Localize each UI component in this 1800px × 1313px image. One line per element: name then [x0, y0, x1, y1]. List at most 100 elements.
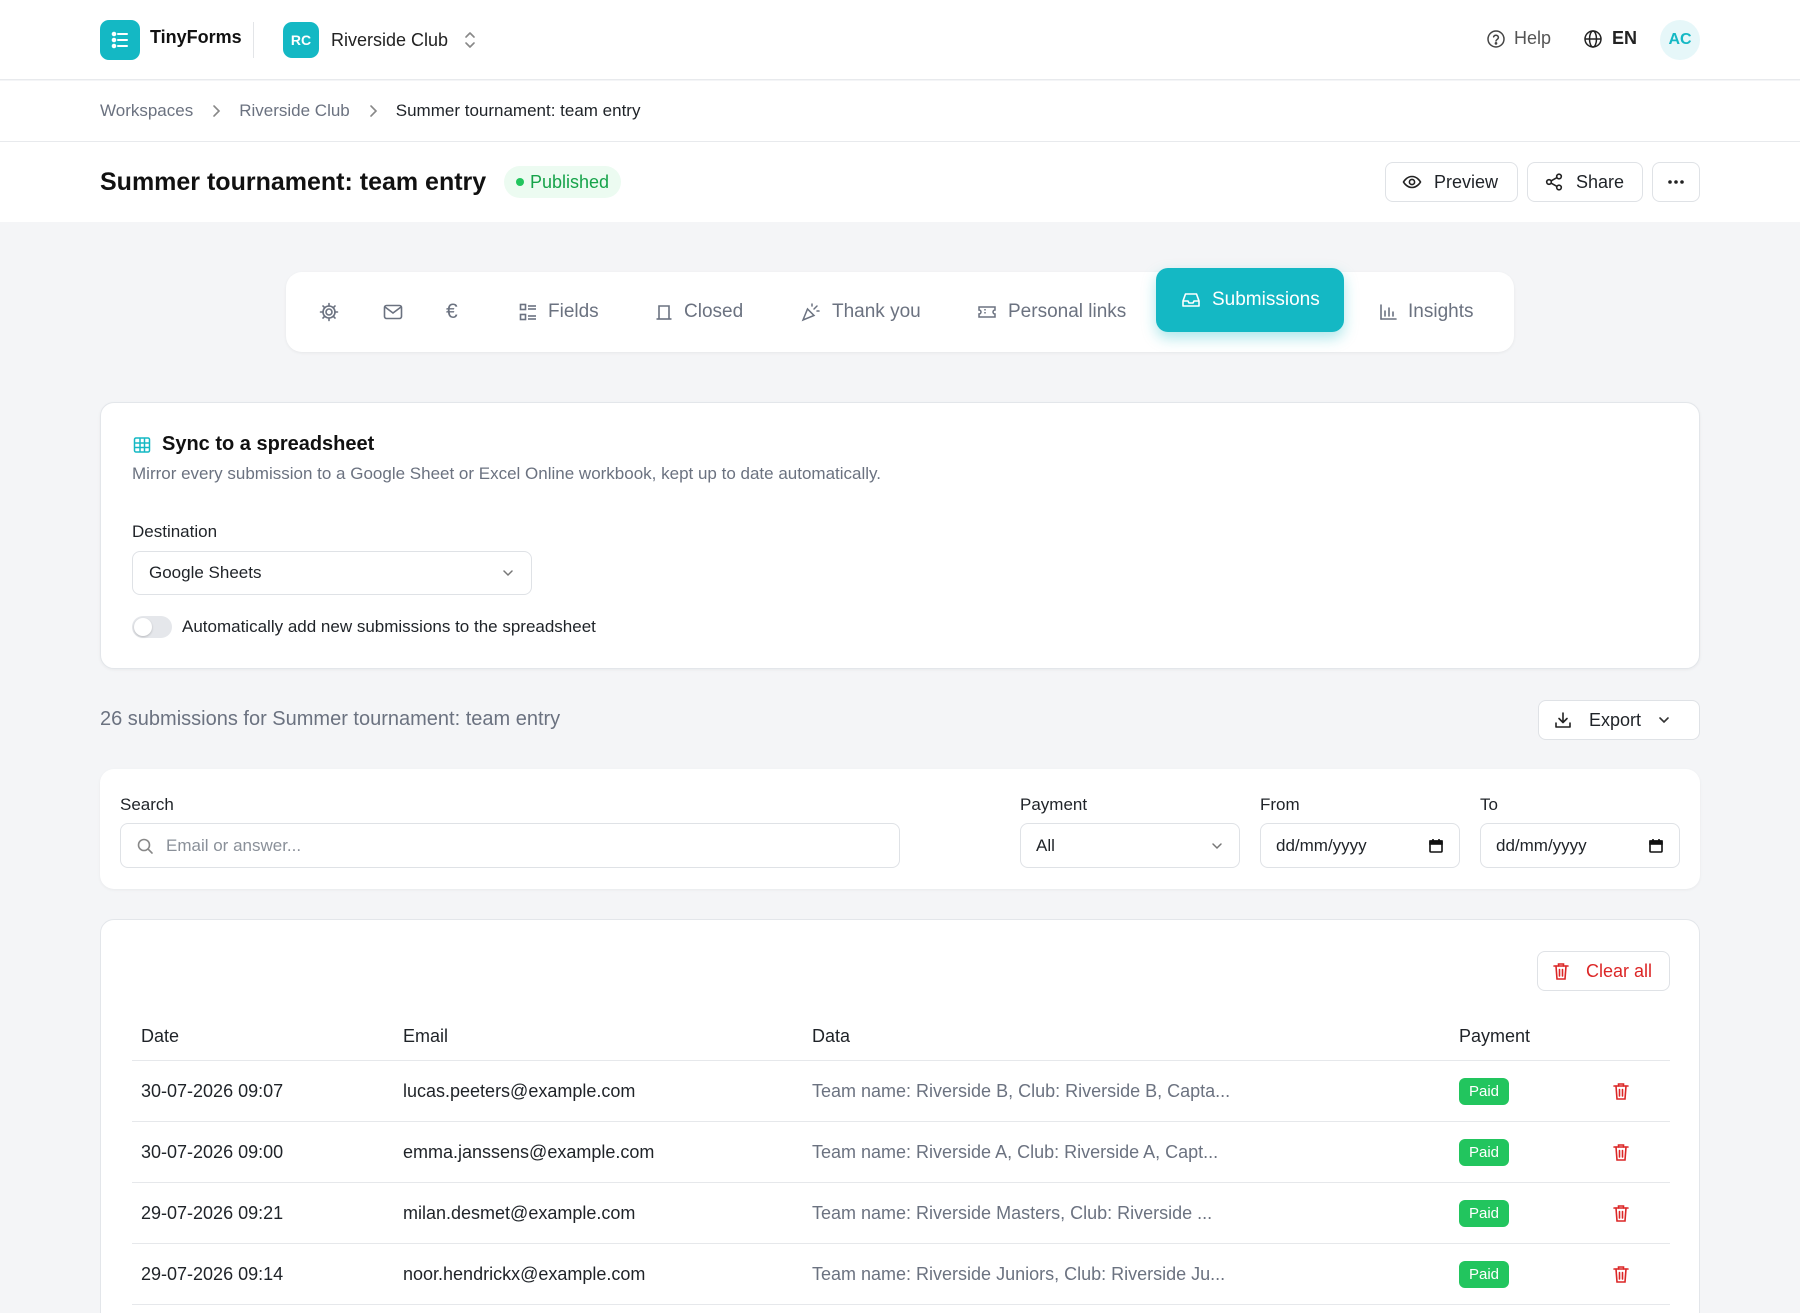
- breadcrumb-bar: Workspaces Riverside Club Summer tournam…: [0, 81, 1800, 142]
- chevron-down-icon: [1657, 715, 1671, 725]
- trash-icon: [1552, 961, 1570, 981]
- payment-filter-select[interactable]: All: [1020, 823, 1240, 868]
- tab-personal-links[interactable]: Personal links: [976, 272, 1126, 352]
- trash-icon[interactable]: [1612, 1264, 1630, 1284]
- calendar-icon[interactable]: [1428, 838, 1444, 854]
- cell-data: Team name: Riverside Masters, Club: Rive…: [812, 1203, 1213, 1223]
- chevron-right-icon: [368, 104, 378, 118]
- preview-label: Preview: [1434, 171, 1499, 192]
- more-options-button[interactable]: [1652, 162, 1700, 202]
- destination-select[interactable]: Google Sheets: [132, 551, 532, 595]
- tab-email[interactable]: [382, 272, 404, 352]
- table-row[interactable]: 29-07-2026 09:14 noor.hendrickx@example.…: [132, 1244, 1670, 1305]
- cell-email: emma.janssens@example.com: [403, 1142, 655, 1162]
- globe-icon: [1583, 29, 1603, 49]
- workspace-name[interactable]: Riverside Club: [331, 30, 448, 51]
- euro-icon: €: [446, 300, 458, 323]
- breadcrumb-workspace[interactable]: Riverside Club: [239, 101, 350, 121]
- export-button[interactable]: Export: [1538, 700, 1700, 740]
- tab-thank-you[interactable]: Thank you: [800, 272, 921, 352]
- to-date-placeholder: dd/mm/yyyy: [1496, 835, 1587, 855]
- toggle-knob: [134, 618, 152, 636]
- tab-label: Insights: [1408, 301, 1474, 322]
- export-label: Export: [1589, 709, 1642, 730]
- form-title-bar: Summer tournament: team entry Published …: [0, 142, 1800, 222]
- breadcrumb-current: Summer tournament: team entry: [395, 101, 641, 120]
- from-date-input[interactable]: dd/mm/yyyy: [1260, 823, 1460, 868]
- destination-value: Google Sheets: [149, 563, 262, 582]
- breadcrumb-workspaces[interactable]: Workspaces: [100, 101, 193, 121]
- filter-panel: Search Email or answer... Payment All Fr…: [100, 769, 1700, 889]
- table-row[interactable]: 30-07-2026 09:00 emma.janssens@example.c…: [132, 1122, 1670, 1183]
- inbox-icon: [1180, 289, 1202, 311]
- cell-data: Team name: Riverside B, Club: Riverside …: [812, 1081, 1231, 1101]
- to-date-label: To: [1480, 795, 1498, 814]
- breadcrumb: Workspaces Riverside Club Summer tournam…: [100, 101, 640, 121]
- share-button[interactable]: Share: [1527, 162, 1643, 202]
- chevron-down-icon: [1210, 841, 1224, 851]
- search-icon: [136, 837, 154, 855]
- status-badge: Published: [504, 166, 622, 198]
- payment-status-badge: Paid: [1459, 1200, 1510, 1227]
- payment-status-badge: Paid: [1459, 1139, 1510, 1166]
- tab-insights[interactable]: Insights: [1378, 272, 1473, 352]
- clear-all-button[interactable]: Clear all: [1537, 951, 1670, 991]
- bar-chart-icon: [1378, 302, 1398, 322]
- column-header-payment[interactable]: Payment: [1459, 1026, 1530, 1047]
- cell-data: Team name: Riverside Juniors, Club: Rive…: [812, 1264, 1226, 1284]
- calendar-icon[interactable]: [1648, 838, 1664, 854]
- trash-icon[interactable]: [1612, 1081, 1630, 1101]
- trash-icon[interactable]: [1612, 1142, 1630, 1162]
- payment-filter-value: All: [1036, 835, 1055, 855]
- share-icon: [1544, 172, 1564, 192]
- top-navigation-bar: TinyForms RC Riverside Club Help EN AC: [0, 0, 1800, 80]
- auto-add-label: Automatically add new submissions to the…: [182, 617, 596, 636]
- list-form-icon[interactable]: [100, 20, 140, 60]
- submission-count: 26 submissions for Summer tournament: te…: [100, 708, 561, 730]
- help-circle-icon: [1486, 29, 1506, 49]
- payment-status-badge: Paid: [1459, 1261, 1510, 1288]
- tab-fields[interactable]: Fields: [518, 272, 599, 352]
- trash-icon[interactable]: [1612, 1203, 1630, 1223]
- tab-payment[interactable]: €: [446, 272, 458, 352]
- preview-button[interactable]: Preview: [1385, 162, 1518, 202]
- auto-add-toggle[interactable]: [132, 616, 172, 638]
- help-link[interactable]: Help: [1486, 28, 1551, 49]
- submissions-table-card: Clear all Date Email Data Payment 30-07-…: [100, 919, 1700, 1313]
- tab-label: Closed: [684, 301, 744, 322]
- form-tabs: € Fields Closed Thank you Personal links…: [286, 268, 1514, 352]
- more-horizontal-icon: [1666, 179, 1686, 185]
- tab-closed[interactable]: Closed: [654, 272, 743, 352]
- to-date-input[interactable]: dd/mm/yyyy: [1480, 823, 1680, 868]
- column-header-data[interactable]: Data: [812, 1026, 850, 1047]
- gear-icon: [318, 301, 340, 323]
- chevron-up-down-icon[interactable]: [462, 30, 478, 50]
- cell-email: noor.hendrickx@example.com: [403, 1264, 646, 1284]
- tab-submissions[interactable]: Submissions: [1156, 268, 1344, 332]
- tab-label: Thank you: [832, 301, 921, 322]
- fields-icon: [518, 302, 538, 322]
- status-label: Published: [530, 171, 610, 192]
- tab-label: Submissions: [1212, 289, 1320, 310]
- app-name[interactable]: TinyForms: [150, 27, 242, 48]
- table-row[interactable]: 29-07-2026 09:21 milan.desmet@example.co…: [132, 1183, 1670, 1244]
- status-dot: [516, 178, 524, 186]
- spreadsheet-icon: [132, 435, 152, 455]
- chevron-down-icon: [501, 568, 515, 578]
- search-input[interactable]: Email or answer...: [120, 823, 900, 868]
- language-selector[interactable]: EN: [1583, 28, 1637, 49]
- cell-date: 29-07-2026 09:14: [141, 1264, 284, 1284]
- tab-settings[interactable]: [318, 272, 340, 352]
- cell-email: milan.desmet@example.com: [403, 1203, 636, 1223]
- search-label: Search: [120, 795, 174, 814]
- column-header-date[interactable]: Date: [141, 1026, 179, 1047]
- column-header-email[interactable]: Email: [403, 1026, 448, 1047]
- tab-label: Personal links: [1008, 301, 1127, 322]
- search-placeholder: Email or answer...: [166, 835, 302, 855]
- payment-filter-label: Payment: [1020, 795, 1088, 814]
- workspace-avatar[interactable]: RC: [283, 22, 319, 58]
- table-row[interactable]: 30-07-2026 09:07 lucas.peeters@example.c…: [132, 1061, 1670, 1122]
- destination-label: Destination: [132, 522, 218, 541]
- sync-title: Sync to a spreadsheet: [132, 433, 374, 456]
- user-avatar[interactable]: AC: [1660, 20, 1700, 60]
